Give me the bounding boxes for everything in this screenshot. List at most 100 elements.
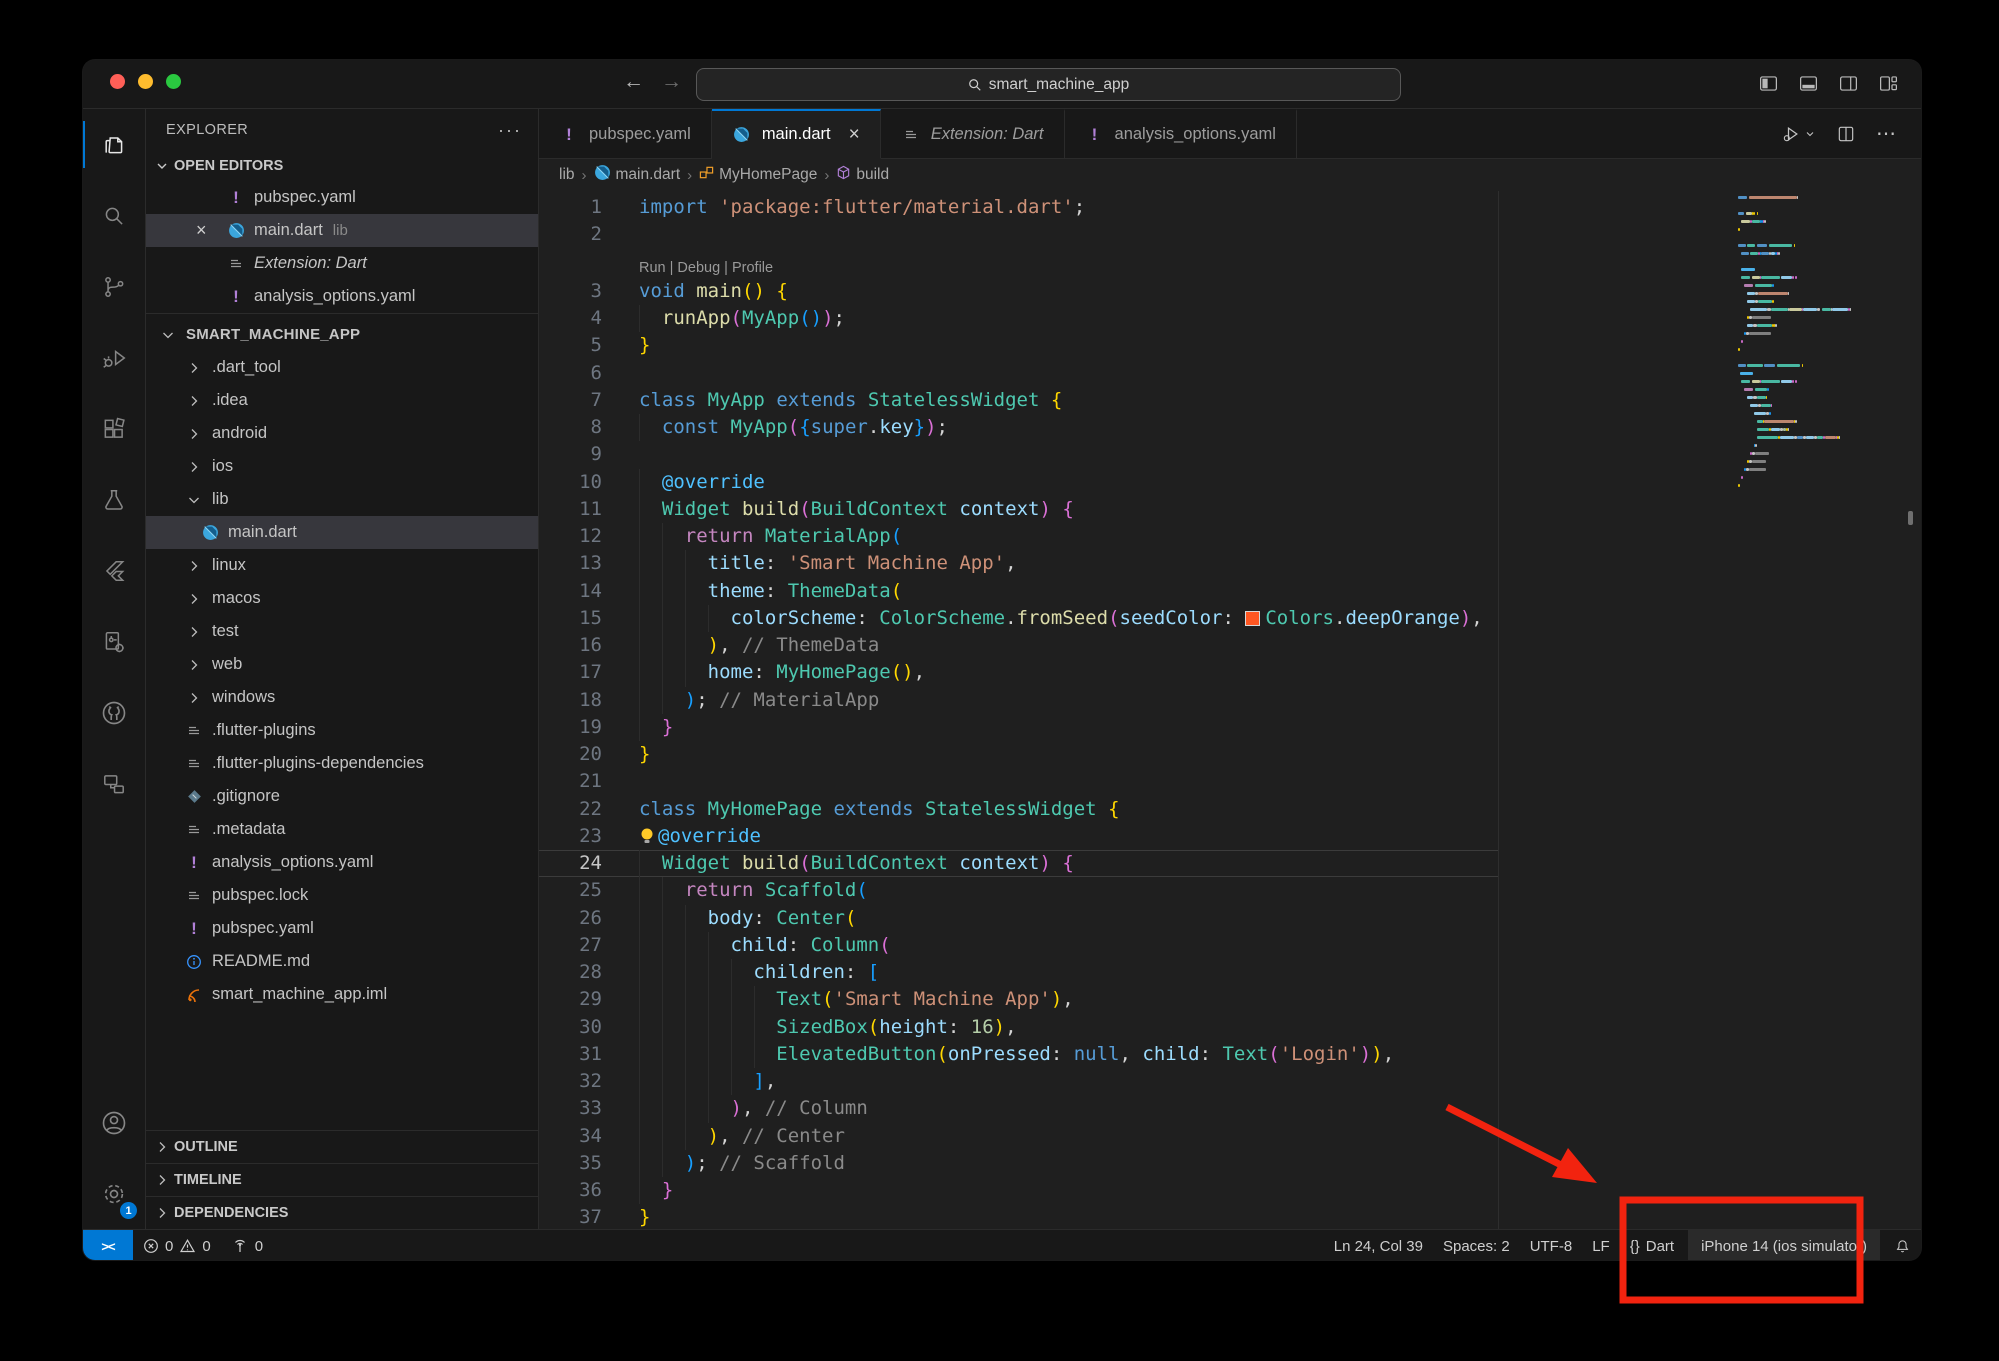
run-or-debug-button[interactable] [1781, 124, 1816, 144]
code-line[interactable]: 37} [539, 1204, 1921, 1229]
code-line[interactable]: 15 colorScheme: ColorScheme.fromSeed(see… [539, 605, 1921, 632]
more-actions-icon[interactable]: ⋯ [1876, 121, 1897, 146]
minimap[interactable] [1738, 193, 1860, 497]
activity-item-project-manager[interactable] [83, 606, 145, 677]
code-editor[interactable]: 1import 'package:flutter/material.dart';… [539, 191, 1921, 1229]
tree-item--gitignore[interactable]: .gitignore [146, 780, 538, 813]
close-icon[interactable]: × [196, 220, 207, 241]
activity-item-accounts[interactable] [83, 1087, 145, 1158]
close-window-button[interactable] [110, 74, 125, 89]
activity-item-explorer[interactable] [83, 109, 145, 180]
maximize-window-button[interactable] [166, 74, 181, 89]
code-line[interactable]: 28 children: [ [539, 959, 1921, 986]
tree-item--dart-tool[interactable]: .dart_tool [146, 351, 538, 384]
code-line[interactable]: 19 } [539, 714, 1921, 741]
breadcrumb-item-main-dart[interactable]: main.dart [594, 164, 681, 186]
open-editor-item[interactable]: !analysis_options.yaml [146, 280, 538, 313]
code-line[interactable]: 7class MyApp extends StatelessWidget { [539, 387, 1921, 414]
activity-item-extensions[interactable] [83, 393, 145, 464]
open-editor-item[interactable]: ×main.dartlib [146, 214, 538, 247]
tree-item--flutter-plugins[interactable]: .flutter-plugins [146, 714, 538, 747]
minimize-window-button[interactable] [138, 74, 153, 89]
code-line[interactable]: 4 runApp(MyApp()); [539, 305, 1921, 332]
code-line[interactable]: 3void main() { [539, 278, 1921, 305]
activity-item-settings[interactable]: 1 [83, 1158, 145, 1229]
code-line[interactable]: 29 Text('Smart Machine App'), [539, 986, 1921, 1013]
tree-item-smart-machine-app-iml[interactable]: smart_machine_app.iml [146, 978, 538, 1011]
code-line[interactable]: 2 [539, 221, 1921, 248]
ports-status[interactable]: 0 [221, 1230, 273, 1260]
code-line[interactable]: 23@override [539, 823, 1921, 850]
code-line[interactable]: 1import 'package:flutter/material.dart'; [539, 194, 1921, 221]
tree-item-smart-machine-app[interactable]: SMART_MACHINE_APP [146, 318, 538, 351]
scrollbar-marker[interactable] [1908, 511, 1913, 525]
code-line[interactable]: 24 Widget build(BuildContext context) { [539, 850, 1921, 877]
sidebar-section-dependencies[interactable]: DEPENDENCIES [146, 1196, 538, 1229]
code-line[interactable]: 17 home: MyHomePage(), [539, 659, 1921, 686]
open-editor-item[interactable]: Extension: Dart [146, 247, 538, 280]
toggle-panel-icon[interactable] [1798, 73, 1819, 94]
code-line[interactable]: 26 body: Center( [539, 905, 1921, 932]
code-line[interactable]: 18 ); // MaterialApp [539, 687, 1921, 714]
activity-item-remote-explorer[interactable] [83, 748, 145, 819]
sidebar-section-timeline[interactable]: TIMELINE [146, 1163, 538, 1196]
code-line[interactable]: 32 ], [539, 1068, 1921, 1095]
breadcrumb-item-lib[interactable]: lib [559, 166, 575, 184]
tree-item--flutter-plugins-dependencies[interactable]: .flutter-plugins-dependencies [146, 747, 538, 780]
notifications-bell[interactable] [1884, 1230, 1921, 1260]
code-line[interactable]: 31 ElevatedButton(onPressed: null, child… [539, 1041, 1921, 1068]
toggle-secondary-sidebar-icon[interactable] [1838, 73, 1859, 94]
code-line[interactable]: 25 return Scaffold( [539, 877, 1921, 904]
code-line[interactable]: 5} [539, 332, 1921, 359]
open-editors-section-header[interactable]: OPEN EDITORS [146, 151, 538, 181]
activity-item-testing[interactable] [83, 464, 145, 535]
tree-item-readme-md[interactable]: README.md [146, 945, 538, 978]
tab-main-dart[interactable]: main.dart× [712, 109, 881, 159]
remote-indicator[interactable]: >< [83, 1230, 133, 1260]
tree-item-main-dart[interactable]: main.dart [146, 516, 538, 549]
tree-item-ios[interactable]: ios [146, 450, 538, 483]
activity-item-source-control[interactable] [83, 251, 145, 322]
code-line[interactable]: 9 [539, 441, 1921, 468]
forward-icon[interactable]: → [661, 70, 682, 94]
language-indicator[interactable]: {} Dart [1620, 1230, 1684, 1260]
code-line[interactable]: 35 ); // Scaffold [539, 1150, 1921, 1177]
tree-item-web[interactable]: web [146, 648, 538, 681]
code-line[interactable]: 27 child: Column( [539, 932, 1921, 959]
command-center-search[interactable]: smart_machine_app [696, 68, 1401, 101]
tab-pubspec-yaml[interactable]: !pubspec.yaml [539, 109, 712, 159]
problems-status[interactable]: 0 0 [133, 1230, 221, 1260]
customize-layout-icon[interactable] [1878, 73, 1899, 94]
tree-item-macos[interactable]: macos [146, 582, 538, 615]
code-line[interactable]: 16 ), // ThemeData [539, 632, 1921, 659]
code-line[interactable]: 33 ), // Column [539, 1095, 1921, 1122]
line-col-indicator[interactable]: Ln 24, Col 39 [1324, 1230, 1433, 1260]
code-line[interactable]: 36 } [539, 1177, 1921, 1204]
tab-extension-dart[interactable]: Extension: Dart [881, 109, 1065, 159]
activity-item-flutter[interactable] [83, 535, 145, 606]
breadcrumb-item-myhomepage[interactable]: MyHomePage [699, 165, 817, 185]
tree-item-lib[interactable]: lib [146, 483, 538, 516]
code-line[interactable]: 11 Widget build(BuildContext context) { [539, 496, 1921, 523]
code-line[interactable]: 20} [539, 741, 1921, 768]
indentation-indicator[interactable]: Spaces: 2 [1433, 1230, 1520, 1260]
tree-item-test[interactable]: test [146, 615, 538, 648]
explorer-more-actions-icon[interactable]: ··· [498, 120, 522, 141]
toggle-primary-sidebar-icon[interactable] [1758, 73, 1779, 94]
activity-item-search[interactable] [83, 180, 145, 251]
code-line[interactable]: 14 theme: ThemeData( [539, 578, 1921, 605]
activity-item-run-debug[interactable] [83, 322, 145, 393]
code-line[interactable]: 13 title: 'Smart Machine App', [539, 550, 1921, 577]
code-line[interactable]: 6 [539, 360, 1921, 387]
tree-item-pubspec-lock[interactable]: pubspec.lock [146, 879, 538, 912]
codelens-run-debug-profile[interactable]: Run | Debug | Profile [539, 249, 1921, 278]
code-line[interactable]: 12 return MaterialApp( [539, 523, 1921, 550]
tree-item-windows[interactable]: windows [146, 681, 538, 714]
encoding-indicator[interactable]: UTF-8 [1520, 1230, 1583, 1260]
open-editor-item[interactable]: !pubspec.yaml [146, 181, 538, 214]
device-selector[interactable]: iPhone 14 (ios simulator) [1688, 1230, 1880, 1260]
code-line[interactable]: 8 const MyApp({super.key}); [539, 414, 1921, 441]
code-line[interactable]: 21 [539, 768, 1921, 795]
tree-item-analysis-options-yaml[interactable]: !analysis_options.yaml [146, 846, 538, 879]
tree-item-linux[interactable]: linux [146, 549, 538, 582]
